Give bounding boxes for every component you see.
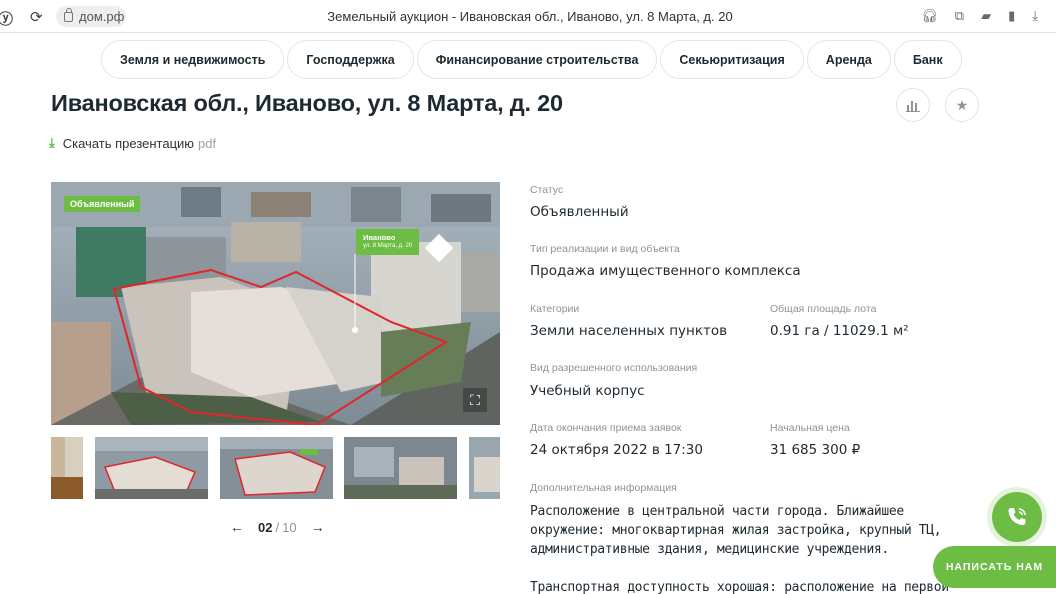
thumbnail-image (469, 437, 500, 499)
reload-icon[interactable]: ⟳ (30, 8, 43, 26)
map-label-city: Иваново (363, 233, 396, 242)
fullscreen-icon[interactable]: ⛶ (463, 388, 487, 412)
yandex-icon[interactable]: ⓨ (0, 8, 13, 29)
page-tab-title: Земельный аукцион - Ивановская обл., Ива… (327, 9, 733, 24)
main-nav: Земля и недвижимость Господдержка Финанс… (101, 40, 962, 79)
page-title: Ивановская обл., Иваново, ул. 8 Марта, д… (51, 90, 563, 116)
bookmark-icon[interactable]: ▮ (1008, 8, 1015, 24)
nav-item-land[interactable]: Земля и недвижимость (101, 40, 285, 79)
thumbnail-image (51, 437, 83, 499)
comment-icon[interactable]: ▰ (981, 8, 991, 24)
pager-separator: / (275, 519, 280, 535)
map-label-street: ул. 8 Марта, д. 20 (363, 243, 413, 249)
nav-item-securitization[interactable]: Секьюритизация (660, 40, 804, 79)
call-button[interactable] (992, 492, 1042, 542)
category-value: Земли населенных пунктов (530, 323, 728, 339)
address-domain: дом.рф (79, 9, 125, 24)
pager-total: 10 (282, 519, 297, 535)
lock-icon (64, 7, 73, 22)
usage-value: Учебный корпус (530, 383, 645, 399)
address-bar[interactable]: дом.рф (56, 6, 126, 27)
thumbnail-5[interactable] (469, 437, 500, 499)
thumbnail-3[interactable] (220, 437, 333, 499)
additional-info: Расположение в центральной части города.… (530, 502, 970, 594)
pager-current: 02 (258, 519, 273, 535)
write-us-button[interactable]: НАПИСАТЬ НАМ (933, 546, 1056, 588)
extensions-icon[interactable]: ⧉ (955, 8, 964, 24)
nav-item-construction-finance[interactable]: Финансирование строительства (416, 40, 658, 79)
usage-label: Вид разрешенного использования (530, 362, 698, 374)
star-icon: ★ (955, 96, 969, 113)
info-label: Дополнительная информация (530, 482, 677, 494)
thumbnail-2[interactable] (95, 437, 208, 499)
thumbnail-image (344, 437, 457, 499)
type-label: Тип реализации и вид объекта (530, 243, 680, 255)
download-presentation-link[interactable]: ⤓ Скачать презентацию pdf (49, 135, 216, 151)
deadline-value: 24 октября 2022 в 17:30 (530, 442, 703, 458)
category-label: Категории (530, 303, 580, 315)
status-label: Статус (530, 184, 564, 196)
thumbnail-4[interactable] (344, 437, 457, 499)
nav-item-bank[interactable]: Банк (893, 40, 962, 79)
map-address-label: Иваново ул. 8 Марта, д. 20 (356, 229, 420, 255)
price-label: Начальная цена (770, 422, 850, 434)
deadline-label: Дата окончания приема заявок (530, 422, 682, 434)
info-paragraph: Расположение в центральной части города.… (530, 504, 942, 557)
prev-arrow-icon[interactable]: ← (230, 519, 244, 535)
price-value: 31 685 300 ₽ (770, 442, 861, 458)
headphones-icon[interactable]: 🎧︎ (921, 8, 938, 24)
favorite-button[interactable]: ★ (945, 88, 979, 122)
main-photo[interactable]: Объявленный Иваново ул. 8 Марта, д. 20 ⛶ (51, 182, 500, 425)
area-label: Общая площадь лота (770, 303, 877, 315)
browser-toolbar: ⓨ ⟳ дом.рф Земельный аукцион - Ивановска… (0, 0, 1056, 33)
gallery-pager: ← 02 / 10 → (230, 519, 325, 535)
download-arrow-icon: ⤓ (49, 135, 55, 150)
download-icon[interactable]: ⤓ (1032, 8, 1038, 24)
chart-icon (906, 101, 920, 112)
thumbnail-image (95, 437, 208, 499)
info-paragraph: Транспортная доступность хорошая: распол… (530, 580, 949, 594)
status-value: Объявленный (530, 204, 629, 220)
area-value: 0.91 га / 11029.1 м² (770, 323, 909, 339)
thumbnail-1[interactable] (51, 437, 83, 499)
thumbnail-image (220, 437, 333, 499)
aerial-photo (51, 182, 500, 425)
browser-actions: 🎧︎ ⧉ ▰ ▮ ⤓ (921, 8, 1038, 24)
status-badge: Объявленный (64, 196, 141, 212)
compare-button[interactable] (896, 88, 930, 122)
thumbnail-strip (51, 437, 500, 499)
nav-item-rent[interactable]: Аренда (806, 40, 891, 79)
download-ext: pdf (198, 135, 217, 151)
phone-icon (1008, 508, 1026, 525)
download-label: Скачать презентацию (62, 135, 195, 151)
next-arrow-icon[interactable]: → (311, 519, 325, 535)
type-value: Продажа имущественного комплекса (530, 263, 801, 279)
nav-item-gov-support[interactable]: Господдержка (287, 40, 414, 79)
